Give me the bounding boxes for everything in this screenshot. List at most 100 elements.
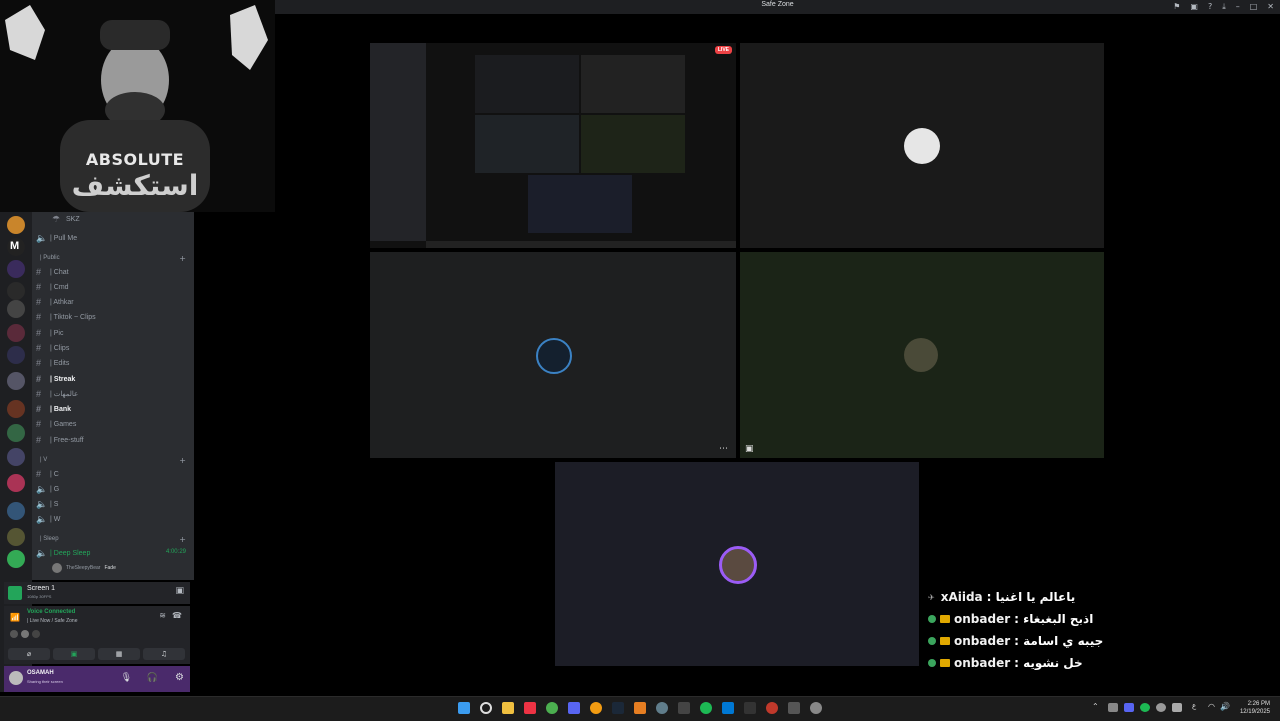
tray-icon[interactable] — [1156, 703, 1166, 712]
server-icon[interactable] — [7, 300, 25, 318]
tray-icon[interactable] — [1172, 703, 1182, 712]
wifi-icon[interactable]: ◠ — [1208, 702, 1215, 711]
voice-channel-active[interactable]: 🔈 | Deep Sleep — [36, 546, 90, 560]
chrome-icon[interactable] — [546, 702, 558, 714]
server-icon[interactable]: M — [7, 238, 25, 256]
hash-icon: # — [36, 312, 42, 322]
add-channel-icon[interactable]: + — [179, 254, 186, 263]
channel-item[interactable]: # | Edits — [36, 356, 69, 370]
channel-item[interactable]: # | Pic — [36, 326, 64, 340]
minimize-icon[interactable]: – — [1236, 2, 1240, 11]
participant-tile[interactable] — [740, 43, 1104, 248]
app-icon[interactable] — [744, 702, 756, 714]
help-icon[interactable]: ? — [1208, 2, 1212, 11]
category-v[interactable]: | V — [40, 457, 47, 463]
screen-share-tile[interactable]: LIVE — [370, 43, 736, 248]
speaker-icon: 🔈 — [36, 232, 48, 243]
tray-chevron-icon[interactable]: ⌃ — [1092, 702, 1099, 711]
inbox-icon[interactable]: ▣ — [1190, 2, 1198, 11]
soundboard-button[interactable]: ♫ — [143, 648, 185, 660]
windows-start-icon[interactable] — [458, 702, 470, 714]
stop-stream-icon[interactable]: ▣ — [175, 586, 184, 596]
headphones-icon[interactable]: 🎧 — [147, 673, 158, 683]
channel-item[interactable]: ☂ SKZ — [52, 212, 80, 226]
app-icon[interactable] — [810, 702, 822, 714]
channel-item[interactable]: # | Games — [36, 417, 76, 431]
channel-item[interactable]: # | Free-stuff — [36, 433, 84, 447]
download-icon[interactable]: ⤓ — [1222, 2, 1226, 11]
server-icon[interactable] — [7, 372, 25, 390]
screen-share-button[interactable]: ▣ — [53, 648, 95, 660]
obs-icon[interactable] — [656, 702, 668, 714]
category-sleep[interactable]: | Sleep — [40, 536, 59, 542]
server-icon[interactable] — [7, 282, 25, 300]
server-icon[interactable] — [7, 324, 25, 342]
hash-icon: # — [36, 343, 42, 353]
pin-icon[interactable]: ⚑ — [1173, 2, 1180, 11]
voice-channel-item[interactable]: 🔈 | S — [36, 497, 58, 511]
maximize-icon[interactable]: □ — [1250, 2, 1258, 11]
steam-icon[interactable] — [612, 702, 624, 714]
close-icon[interactable]: ✕ — [1267, 2, 1274, 11]
server-icon[interactable] — [7, 346, 25, 364]
channel-item[interactable]: # | Cmd — [36, 280, 69, 294]
channel-item[interactable]: # | عالمهات — [36, 387, 78, 401]
channel-item[interactable]: # | Chat — [36, 265, 69, 279]
app-icon[interactable] — [788, 702, 800, 714]
discord-icon[interactable] — [568, 702, 580, 714]
add-channel-icon[interactable]: + — [179, 456, 186, 465]
server-icon[interactable] — [7, 550, 25, 568]
app-icon[interactable] — [722, 702, 734, 714]
server-icon[interactable] — [7, 260, 25, 278]
server-icon[interactable] — [7, 216, 25, 234]
voice-timer: 4:00:29 — [165, 549, 186, 555]
server-icon[interactable] — [7, 502, 25, 520]
server-icon[interactable] — [7, 528, 25, 546]
nested-taskbar — [426, 241, 736, 248]
voice-channel-item[interactable]: 🔈 | Pull Me — [36, 231, 77, 245]
server-icon[interactable] — [7, 474, 25, 492]
channel-item[interactable]: # | C — [36, 467, 59, 481]
server-icon[interactable] — [7, 448, 25, 466]
add-channel-icon[interactable]: + — [179, 535, 186, 544]
voice-channel-item[interactable]: 🔈 | W — [36, 512, 60, 526]
user-avatar[interactable] — [9, 671, 23, 685]
channel-item[interactable]: # | Bank — [36, 402, 71, 416]
disconnect-icon[interactable]: ☎ — [172, 611, 182, 620]
language-indicator[interactable]: ع — [1192, 702, 1196, 710]
voice-location[interactable]: | Live Now / Safe Zone — [27, 618, 78, 624]
app-icon[interactable] — [524, 702, 536, 714]
server-icon[interactable] — [7, 424, 25, 442]
search-icon[interactable] — [480, 702, 492, 714]
hash-icon: # — [36, 297, 42, 307]
channel-item[interactable]: # | Athkar — [36, 295, 74, 309]
category-public[interactable]: | Public — [40, 255, 60, 261]
file-explorer-icon[interactable] — [502, 702, 514, 714]
app-icon[interactable] — [766, 702, 778, 714]
app-icon[interactable] — [634, 702, 646, 714]
tray-icon[interactable] — [1108, 703, 1118, 712]
settings-gear-icon[interactable]: ⚙ — [175, 672, 184, 683]
spotify-icon[interactable] — [700, 702, 712, 714]
camera-button[interactable]: ⌀ — [8, 648, 50, 660]
volume-icon[interactable]: 🔊 — [1220, 702, 1230, 711]
system-clock[interactable]: 2:26 PM 12/19/2025 — [1240, 700, 1270, 716]
server-icon[interactable] — [7, 400, 25, 418]
tray-discord-icon[interactable] — [1124, 703, 1134, 712]
voice-member[interactable]: TheSleepyBear Fade — [52, 561, 116, 575]
more-options-icon[interactable]: ⋯ — [719, 444, 728, 454]
app-icon[interactable] — [590, 702, 602, 714]
nested-tile — [581, 115, 685, 173]
channel-item[interactable]: # | Streak — [36, 372, 75, 386]
voice-channel-item[interactable]: 🔈 | G — [36, 482, 59, 496]
channel-item[interactable]: # | Tiktok ~ Clips — [36, 310, 96, 324]
app-icon[interactable] — [678, 702, 690, 714]
participant-tile[interactable] — [555, 462, 919, 666]
noise-suppression-icon[interactable]: ≋ — [159, 611, 166, 620]
microphone-icon[interactable]: 🎙 — [121, 673, 132, 683]
activities-button[interactable]: ▦ — [98, 648, 140, 660]
tray-spotify-icon[interactable] — [1140, 703, 1150, 712]
participant-tile[interactable]: ⋯ — [370, 252, 736, 458]
participant-tile[interactable]: ▣ — [740, 252, 1104, 458]
channel-item[interactable]: # | Clips — [36, 341, 69, 355]
